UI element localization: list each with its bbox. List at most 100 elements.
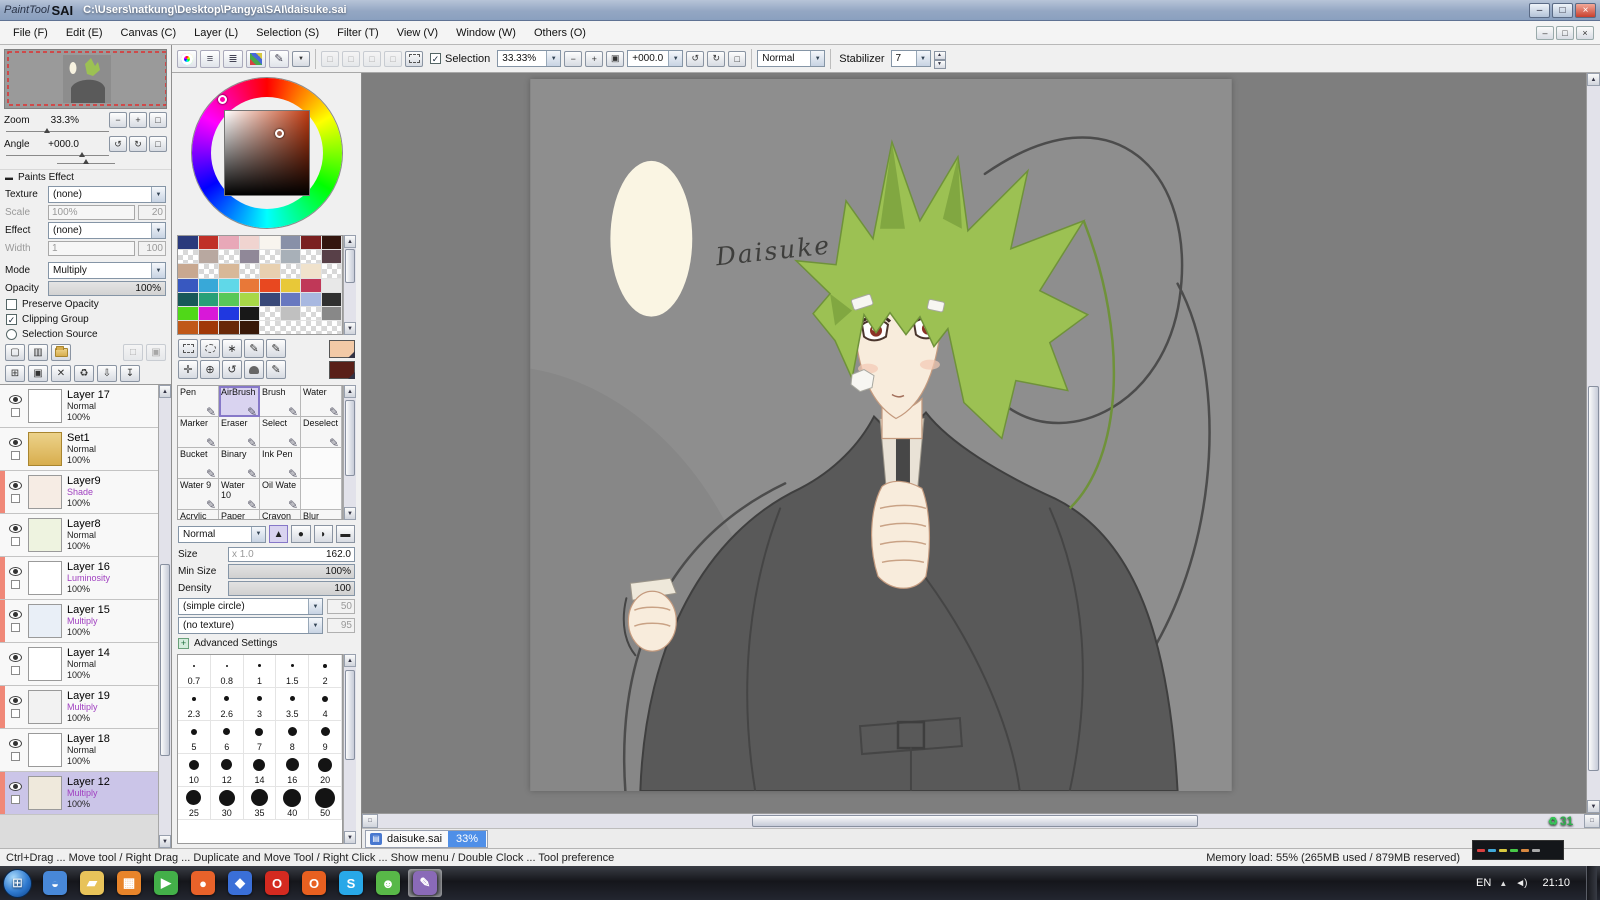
menu-item[interactable]: Layer (L) <box>185 24 247 42</box>
tool-cell[interactable]: ✎ <box>301 479 342 510</box>
scrollbar-thumb[interactable] <box>345 670 355 761</box>
scrollbar-thumb[interactable] <box>1588 385 1599 772</box>
color-swatch[interactable] <box>280 264 301 279</box>
scrollbar-thumb[interactable] <box>345 400 355 477</box>
tool-cell[interactable]: Select ✎ <box>260 417 301 448</box>
zoom-select[interactable]: 33.33% ▼ <box>497 50 562 67</box>
scroll-up-icon[interactable]: ▲ <box>344 235 356 248</box>
brush-size-preset[interactable]: 0.8 <box>210 655 244 688</box>
scale-slider[interactable]: 100% <box>48 205 135 220</box>
layer-visibility-eye-icon[interactable] <box>8 739 22 748</box>
rotate-tool-icon[interactable]: ↺ <box>222 360 242 379</box>
color-swatch[interactable] <box>178 264 199 279</box>
panel-dropdown-button[interactable]: ▼ <box>292 50 310 67</box>
color-swatch[interactable] <box>239 306 260 322</box>
layer-row[interactable]: Set1 Normal 100% <box>0 428 158 471</box>
preserve-opacity-checkbox[interactable] <box>6 299 17 310</box>
eyedropper-tool-icon[interactable]: ✎ <box>266 360 286 379</box>
tool-cell[interactable]: Crayon ✎ <box>260 510 301 519</box>
brush-edge-select[interactable]: (simple circle) ▼ <box>178 598 323 615</box>
brush-size-preset[interactable]: 3 <box>243 688 277 721</box>
selection-checkbox[interactable]: ✓ <box>430 53 441 64</box>
layer-checkbox[interactable] <box>10 494 20 503</box>
angle-reset-button[interactable]: □ <box>149 136 167 152</box>
brush-size-preset[interactable]: 2.3 <box>178 688 211 721</box>
selection-rotate-icon[interactable]: □ <box>363 50 381 67</box>
layer-visibility-eye-icon[interactable] <box>8 438 22 447</box>
tool-cell[interactable]: Eraser ✎ <box>219 417 260 448</box>
color-swatch[interactable] <box>321 306 342 322</box>
view-zoom-fit-button[interactable]: ▣ <box>606 50 625 67</box>
secondary-color-swatch[interactable] <box>329 360 355 379</box>
brush-size-preset[interactable]: 5 <box>178 721 211 754</box>
swatches-panel-icon[interactable] <box>246 49 266 68</box>
menu-item[interactable]: Selection (S) <box>247 24 328 42</box>
layer-opacity-slider[interactable]: 100% <box>48 281 166 296</box>
color-swatch[interactable] <box>178 250 199 265</box>
brush-size-preset[interactable]: 6 <box>210 721 244 754</box>
color-swatch[interactable] <box>301 306 322 322</box>
brush-edge-value[interactable]: 50 <box>327 599 355 614</box>
scrollbar-thumb[interactable] <box>160 564 170 757</box>
close-button[interactable]: × <box>1575 2 1596 18</box>
color-swatch[interactable] <box>239 321 260 334</box>
tool-cell[interactable]: Water ✎ <box>301 386 342 417</box>
copy-layer-icon[interactable]: ▣ <box>28 365 48 382</box>
new-canvas-icon[interactable]: ▢ <box>5 344 25 361</box>
swatch-scrollbar[interactable]: ▲ ▼ <box>343 235 356 335</box>
rgb-slider-panel-icon[interactable]: ≡ <box>200 49 220 68</box>
brush-texture-value[interactable]: 95 <box>327 618 355 633</box>
transfer-down-icon[interactable]: ⇩ <box>97 365 117 382</box>
color-swatch[interactable] <box>178 278 199 293</box>
layer-visibility-eye-icon[interactable] <box>8 395 22 404</box>
brush-size-preset[interactable]: 7 <box>243 721 277 754</box>
taskbar-app-icon[interactable]: ☻ <box>371 869 405 897</box>
zoom-out-button[interactable]: − <box>109 112 127 128</box>
scroll-up-icon[interactable]: ▲ <box>344 654 356 667</box>
color-swatch[interactable] <box>301 292 322 307</box>
taskbar-app-icon[interactable]: ✎ <box>408 869 442 897</box>
brush-texture-select[interactable]: (no texture) ▼ <box>178 617 323 634</box>
taskbar-app-icon[interactable]: O <box>297 869 331 897</box>
scroll-up-icon[interactable]: ▲ <box>344 385 356 398</box>
brush-size-preset[interactable]: 2.6 <box>210 688 244 721</box>
brush-size-preset[interactable]: 35 <box>243 787 277 820</box>
tool-cell[interactable]: Oil Wate ✎ <box>260 479 301 510</box>
layer-row[interactable]: Layer 16 Luminosity 100% <box>0 557 158 600</box>
color-swatch[interactable] <box>239 236 260 251</box>
view-rotate-ccw-button[interactable]: ↺ <box>686 50 705 67</box>
scratchpad-panel-icon[interactable]: ✎ <box>269 49 289 68</box>
color-swatch[interactable] <box>198 278 219 293</box>
layer-visibility-eye-icon[interactable] <box>8 782 22 791</box>
color-swatch[interactable] <box>301 250 322 265</box>
tool-cell[interactable]: Water 9 ✎ <box>178 479 219 510</box>
new-folder-icon[interactable] <box>51 344 71 361</box>
layer-checkbox[interactable] <box>10 709 20 718</box>
layer-checkbox[interactable] <box>10 623 20 632</box>
color-swatch[interactable] <box>260 236 281 251</box>
menu-item[interactable]: Canvas (C) <box>112 24 186 42</box>
menu-item[interactable]: Edit (E) <box>57 24 112 42</box>
color-swatch[interactable] <box>280 236 301 251</box>
color-swatch[interactable] <box>178 292 199 307</box>
scale-value[interactable]: 20 <box>138 205 166 220</box>
width-value[interactable]: 100 <box>138 241 166 256</box>
menu-item[interactable]: Others (O) <box>525 24 595 42</box>
layer-checkbox[interactable] <box>10 408 20 417</box>
hue-ring[interactable] <box>191 78 342 228</box>
color-swatch[interactable] <box>280 306 301 322</box>
titlebar[interactable]: PaintTool SAI C:\Users\natkung\Desktop\P… <box>0 0 1600 21</box>
minimize-button[interactable]: – <box>1529 2 1550 18</box>
color-swatch[interactable] <box>219 250 240 265</box>
layer-row[interactable]: Layer 12 Multiply 100% <box>0 772 158 815</box>
layer-row[interactable]: Layer 15 Multiply 100% <box>0 600 158 643</box>
min-size-slider[interactable]: 100% <box>228 564 355 579</box>
taskbar-app-icon[interactable]: ▰ <box>75 869 109 897</box>
layer-checkbox[interactable] <box>10 752 20 761</box>
scroll-down-icon[interactable]: ▼ <box>159 835 171 848</box>
selection-outline-icon[interactable] <box>405 50 423 67</box>
clipping-group-checkbox[interactable]: ✓ <box>6 314 17 325</box>
taskbar-app-icon[interactable]: S <box>334 869 368 897</box>
layer-row[interactable]: Layer 17 Normal 100% <box>0 385 158 428</box>
select-eraser-icon[interactable]: ✎ <box>266 339 286 358</box>
